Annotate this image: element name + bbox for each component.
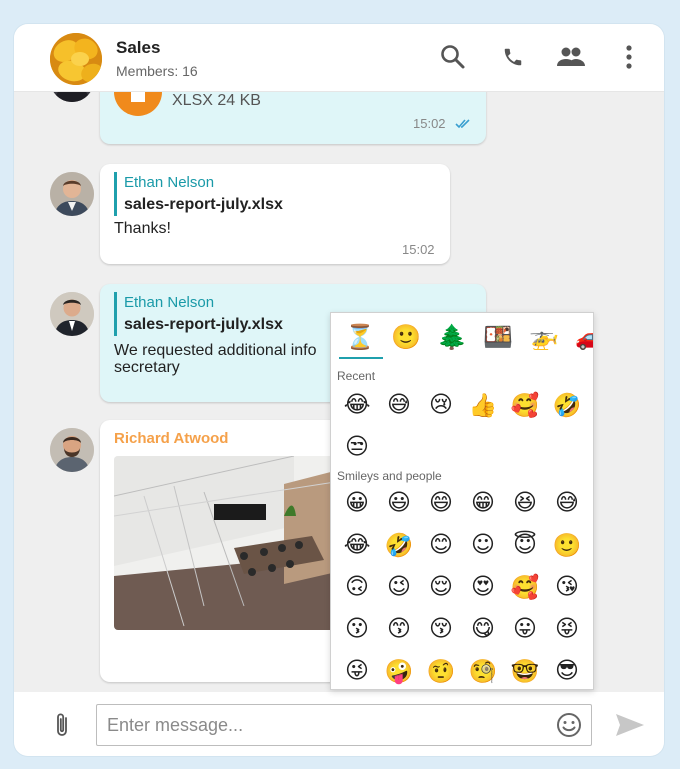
call-button[interactable] [498, 42, 528, 72]
avatar-user[interactable] [50, 292, 94, 336]
emoji-item[interactable]: 🤪 [381, 653, 417, 689]
emoji-category-food[interactable]: 🍱 [481, 321, 515, 353]
smiley-icon [557, 713, 581, 737]
phone-icon [504, 48, 522, 66]
file-info: XLSX 24 KB [172, 92, 261, 109]
emoji-item[interactable]: 😃 [381, 485, 417, 521]
message-input[interactable] [96, 704, 592, 746]
emoji-category-more[interactable]: 🚗 [573, 321, 593, 353]
quote-author: Ethan Nelson [124, 294, 215, 311]
message-input-bar [14, 692, 664, 756]
quoted-message[interactable]: Ethan Nelson sales-report-july.xlsx [114, 172, 283, 216]
emoji-item[interactable]: 😛 [507, 611, 543, 647]
attach-button[interactable] [48, 710, 78, 740]
avatar [50, 92, 94, 102]
emoji-item[interactable]: 🤣 [549, 387, 585, 423]
emoji-item[interactable]: 😢 [423, 387, 459, 423]
emoji-item[interactable]: 😎 [549, 653, 585, 689]
emoji-item[interactable]: 🤓 [507, 653, 543, 689]
message-time: 15:02 [402, 242, 435, 257]
emoji-item[interactable]: 😄 [423, 485, 459, 521]
emoji-item[interactable]: 😇 [507, 527, 543, 563]
sender-name: Richard Atwood [114, 430, 229, 447]
file-icon[interactable] [114, 92, 162, 116]
emoji-item[interactable]: 🤨 [423, 653, 459, 689]
send-icon [616, 714, 644, 736]
emoji-item[interactable]: 😉 [381, 569, 417, 605]
paperclip-icon [57, 713, 67, 736]
more-options-button[interactable] [614, 42, 644, 72]
emoji-item[interactable]: 😒 [339, 429, 375, 465]
emoji-item[interactable]: 🧐 [465, 653, 501, 689]
emoji-item[interactable]: 🥰 [507, 387, 543, 423]
more-vertical-icon [626, 45, 632, 69]
search-button[interactable] [438, 42, 468, 72]
emoji-item[interactable]: 😚 [423, 611, 459, 647]
section-label-recent: Recent [337, 369, 376, 383]
quoted-message[interactable]: Ethan Nelson sales-report-july.xlsx [114, 292, 283, 336]
emoji-item[interactable]: 😍 [465, 569, 501, 605]
read-receipt-icon [455, 119, 470, 129]
emoji-category-tabs: ⏳ 🙂 🌲 🍱 🚁 🚗 [331, 313, 593, 359]
message-text-line-2: secretary [114, 359, 180, 376]
chat-window: Sales Members: 16 XLSX 24 KB 15:02 Ethan… [14, 24, 664, 756]
emoji-item[interactable]: 😌 [423, 569, 459, 605]
avatar-ethan[interactable] [50, 172, 94, 216]
emoji-item[interactable]: 🙂 [549, 527, 585, 563]
members-button[interactable] [556, 42, 586, 72]
chat-header: Sales Members: 16 [14, 24, 664, 92]
emoji-category-travel[interactable]: 🚁 [527, 321, 561, 353]
message-bubble-thanks: Ethan Nelson sales-report-july.xlsx Than… [100, 164, 450, 264]
emoji-item[interactable]: 😂 [339, 527, 375, 563]
section-label-smileys: Smileys and people [337, 469, 442, 483]
emoji-category-nature[interactable]: 🌲 [435, 321, 469, 353]
emoji-item[interactable]: 😂 [339, 387, 375, 423]
emoji-item[interactable]: 😙 [381, 611, 417, 647]
emoji-item[interactable]: 😀 [339, 485, 375, 521]
send-button[interactable] [612, 710, 648, 740]
quote-author: Ethan Nelson [124, 174, 215, 191]
emoji-item[interactable]: 🥰 [507, 569, 543, 605]
emoji-item[interactable]: 😊 [423, 527, 459, 563]
emoji-item[interactable]: ☺ [465, 527, 501, 563]
message-time: 15:02 [413, 116, 446, 131]
emoji-item[interactable]: 👍 [465, 387, 501, 423]
quote-file-name: sales-report-july.xlsx [124, 316, 283, 333]
active-category-indicator [339, 357, 383, 359]
group-avatar[interactable] [50, 33, 102, 85]
emoji-picker: ⏳ 🙂 🌲 🍱 🚁 🚗 Recent 😂😅😢👍🥰🤣😒 Smileys and p… [330, 312, 594, 690]
group-icon [557, 47, 585, 66]
emoji-item[interactable]: 😘 [549, 569, 585, 605]
emoji-item[interactable]: 😁 [465, 485, 501, 521]
file-message-bubble: XLSX 24 KB 15:02 [100, 92, 486, 144]
member-count: Members: 16 [116, 63, 198, 79]
emoji-category-smileys[interactable]: 🙂 [389, 321, 423, 353]
quote-file-name: sales-report-july.xlsx [124, 196, 283, 213]
search-icon [441, 45, 465, 69]
message-text: Thanks! [114, 220, 171, 237]
emoji-category-recent[interactable]: ⏳ [343, 321, 377, 353]
avatar-richard[interactable] [50, 428, 94, 472]
emoji-item[interactable]: 😆 [507, 485, 543, 521]
emoji-item[interactable]: 😅 [549, 485, 585, 521]
emoji-item[interactable]: 😋 [465, 611, 501, 647]
emoji-item[interactable]: 🙃 [339, 569, 375, 605]
emoji-item[interactable]: 🤣 [381, 527, 417, 563]
chat-title: Sales [116, 38, 161, 57]
emoji-toggle-button[interactable] [554, 710, 584, 740]
emoji-item[interactable]: 😗 [339, 611, 375, 647]
message-text-line-1: We requested additional info [114, 342, 317, 359]
emoji-item[interactable]: 😅 [381, 387, 417, 423]
emoji-item[interactable]: 😜 [339, 653, 375, 689]
emoji-item[interactable]: 😝 [549, 611, 585, 647]
